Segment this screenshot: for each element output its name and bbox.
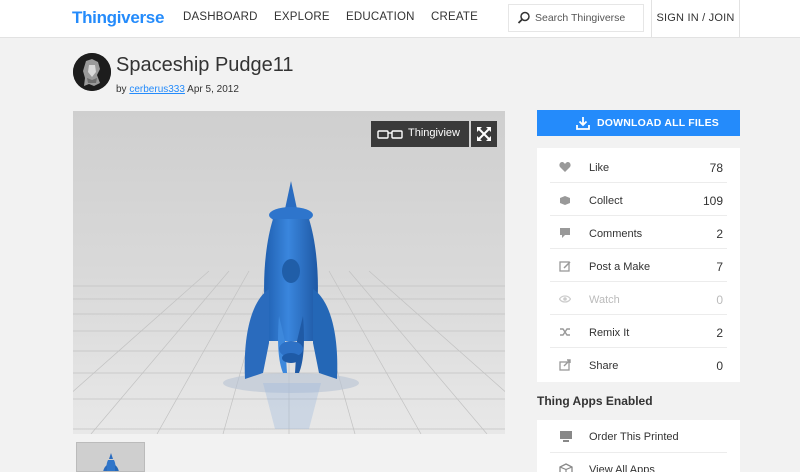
remix-icon: [560, 328, 570, 336]
comment-icon: [560, 228, 570, 238]
nav-dashboard[interactable]: DASHBOARD: [183, 11, 258, 23]
comments-action[interactable]: Comments 2: [550, 216, 727, 249]
post-make-icon: [559, 261, 571, 272]
order-printed-app[interactable]: Order This Printed: [550, 420, 727, 453]
nav-explore[interactable]: EXPLORE: [274, 11, 330, 23]
nav-create[interactable]: CREATE: [431, 11, 478, 23]
author-avatar[interactable]: [73, 53, 111, 91]
like-count: 78: [709, 161, 723, 175]
search-input[interactable]: Search Thingiverse: [508, 4, 644, 32]
view-all-apps[interactable]: View All Apps: [550, 453, 727, 472]
expand-icon: [477, 127, 491, 141]
share-action[interactable]: Share 0: [550, 348, 727, 381]
watch-count: 0: [716, 293, 723, 307]
heart-icon: [559, 161, 571, 172]
thing-byline: by cerberus333 Apr 5, 2012: [116, 84, 239, 95]
post-make-action[interactable]: Post a Make 7: [550, 249, 727, 282]
thing-apps-list: Order This Printed View All Apps: [537, 420, 740, 472]
thumbnail-render: [77, 443, 144, 471]
thingiview-button[interactable]: Thingiview: [371, 121, 469, 147]
thing-apps-heading: Thing Apps Enabled: [537, 394, 653, 408]
thingiview-label: Thingiview: [408, 127, 460, 139]
collect-label: Collect: [589, 195, 623, 207]
comments-count: 2: [716, 227, 723, 241]
model-viewer[interactable]: Thingiview: [73, 111, 505, 434]
top-navigation: Thingiverse DASHBOARD EXPLORE EDUCATION …: [0, 0, 800, 38]
download-label: DOWNLOAD ALL FILES: [597, 117, 720, 129]
model-render: [73, 111, 505, 434]
share-count: 0: [716, 359, 723, 373]
download-all-files-button[interactable]: DOWNLOAD ALL FILES: [537, 110, 740, 136]
byline-by: by: [116, 84, 127, 95]
thing-title: Spaceship Pudge11: [116, 54, 294, 76]
collect-count: 109: [702, 194, 723, 208]
like-action[interactable]: Like 78: [550, 150, 727, 183]
share-icon: [559, 359, 571, 371]
fullscreen-button[interactable]: [471, 121, 497, 147]
remix-count: 2: [716, 326, 723, 340]
share-label: Share: [589, 360, 619, 372]
download-icon: [576, 117, 590, 130]
watch-label: Watch: [589, 294, 620, 306]
post-make-count: 7: [716, 260, 723, 274]
like-label: Like: [589, 162, 610, 174]
avatar-image: [73, 53, 111, 91]
remix-action[interactable]: Remix It 2: [550, 315, 727, 348]
collect-action[interactable]: Collect 109: [550, 183, 727, 216]
publish-date: Apr 5, 2012: [187, 84, 239, 95]
eye-icon: [559, 295, 571, 303]
thingiverse-logo[interactable]: Thingiverse: [72, 8, 164, 28]
search-icon: [517, 11, 530, 24]
nav-education[interactable]: EDUCATION: [346, 11, 415, 23]
thumbnail-image[interactable]: [76, 442, 145, 472]
view-all-apps-label: View All Apps: [589, 464, 655, 472]
sign-in-join-link[interactable]: SIGN IN / JOIN: [651, 0, 740, 38]
comments-label: Comments: [589, 228, 643, 240]
cube-icon: [559, 463, 573, 472]
thing-actions-list: Like 78 Collect 109 Comments 2 Post a Ma…: [537, 148, 740, 382]
printer-icon: [560, 431, 572, 442]
glasses-icon: [377, 130, 403, 139]
collect-icon: [560, 196, 570, 205]
author-link[interactable]: cerberus333: [129, 84, 185, 95]
watch-action[interactable]: Watch 0: [550, 282, 727, 315]
order-printed-label: Order This Printed: [589, 431, 679, 443]
remix-label: Remix It: [589, 327, 630, 339]
post-make-label: Post a Make: [589, 261, 651, 273]
search-placeholder: Search Thingiverse: [535, 12, 626, 24]
